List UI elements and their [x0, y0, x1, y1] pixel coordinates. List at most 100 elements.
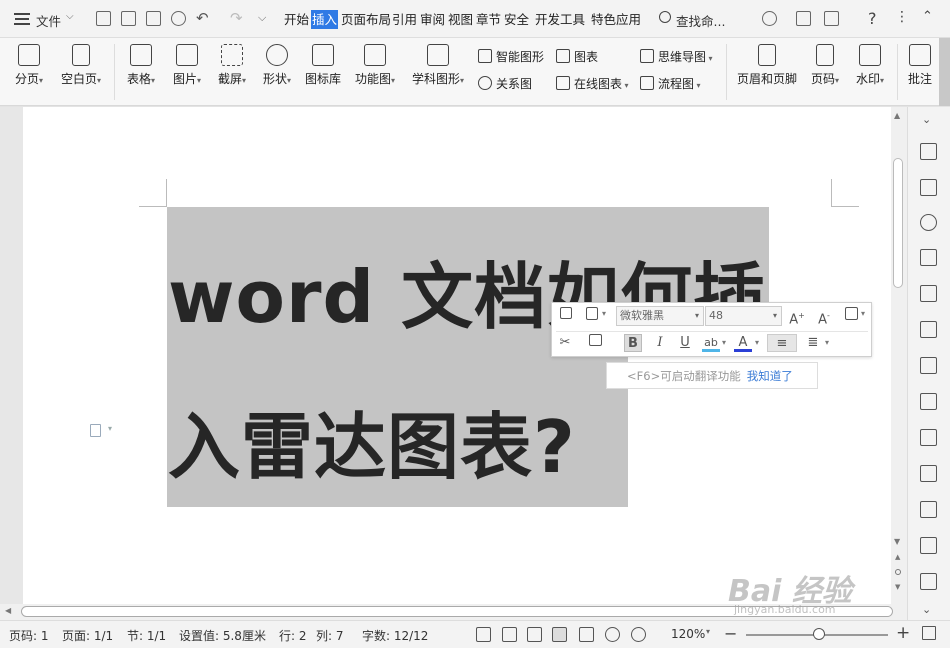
comment-button[interactable]: 批注	[903, 44, 937, 87]
scroll-up-icon[interactable]: ▲	[894, 111, 900, 120]
share-out-icon[interactable]	[920, 465, 937, 482]
scroll-left-icon[interactable]: ◀	[5, 606, 11, 615]
share-icon[interactable]	[796, 11, 811, 26]
paste-icon[interactable]	[583, 307, 601, 325]
status-page[interactable]: 页码: 1	[9, 627, 49, 644]
chart-button[interactable]: 图表	[556, 48, 598, 65]
shape-button[interactable]: 形状▾	[258, 44, 296, 87]
image-icon[interactable]	[920, 429, 937, 446]
search-command-label[interactable]: 查找命...	[676, 11, 725, 30]
status-word-count[interactable]: 字数: 12/12	[362, 627, 428, 644]
tab-chapter[interactable]: 章节	[476, 10, 501, 29]
table-grid-icon[interactable]	[920, 285, 937, 302]
collaborate-icon[interactable]	[824, 11, 839, 26]
more-icon[interactable]: ⋮	[895, 9, 909, 25]
status-setting[interactable]: 设置值: 5.8厘米	[179, 627, 266, 644]
clear-format-icon[interactable]	[842, 307, 860, 325]
smart-art-button[interactable]: 智能图形	[478, 48, 544, 65]
file-menu-label[interactable]: 文件	[36, 11, 61, 30]
relation-chart-button[interactable]: 关系图	[478, 75, 532, 92]
chevron-down-icon[interactable]: ⌵	[66, 11, 74, 22]
tab-insert[interactable]: 插入	[311, 10, 339, 29]
edit-pen-icon[interactable]	[920, 143, 937, 160]
style-icon[interactable]	[920, 249, 937, 266]
zoom-out-icon[interactable]: −	[724, 624, 737, 643]
page-number-button[interactable]: 页码▾	[806, 44, 844, 87]
help-icon[interactable]: ?	[868, 9, 877, 28]
chevron-down-icon[interactable]: ⌄	[922, 603, 931, 616]
print-icon[interactable]	[146, 11, 161, 26]
tab-references[interactable]: 引用	[392, 10, 417, 29]
tab-security[interactable]: 安全	[504, 10, 529, 29]
export-icon[interactable]	[121, 11, 136, 26]
got-it-link[interactable]: 我知道了	[747, 369, 793, 383]
tab-home[interactable]: 开始	[284, 10, 309, 29]
decrease-font-icon[interactable]: A-	[815, 307, 833, 327]
table-button[interactable]: 表格▾	[122, 44, 160, 87]
underline-button[interactable]: U	[676, 334, 694, 352]
tab-page-layout[interactable]: 页面布局	[341, 10, 391, 29]
status-row[interactable]: 行: 2	[279, 627, 307, 644]
translate-icon[interactable]	[920, 501, 937, 518]
undo-icon[interactable]: ↶	[196, 9, 209, 27]
zoom-in-icon[interactable]: +	[896, 623, 910, 643]
search-icon[interactable]	[659, 11, 671, 23]
chevron-down-icon[interactable]: ▾	[722, 338, 726, 347]
cut-icon[interactable]: ✂	[556, 334, 574, 352]
vertical-scroll-thumb[interactable]	[893, 158, 903, 288]
icon-library-button[interactable]: 图标库	[303, 44, 343, 87]
page-view-icon[interactable]	[552, 627, 567, 642]
reading-mode-icon[interactable]	[502, 627, 517, 642]
increase-font-icon[interactable]: A+	[788, 307, 806, 327]
subject-graphic-button[interactable]: 学科图形▾	[408, 44, 468, 87]
customize-icon[interactable]: ⌵	[258, 11, 266, 25]
save-icon[interactable]	[96, 11, 111, 26]
blank-page-button[interactable]: 空白页▾	[56, 44, 106, 87]
picture-icon[interactable]	[920, 573, 937, 590]
chevron-down-icon[interactable]: ▾	[706, 627, 710, 636]
tab-developer[interactable]: 开发工具	[535, 10, 585, 29]
shapes-icon[interactable]	[920, 214, 937, 231]
font-size-select[interactable]: 48 ▾	[705, 306, 782, 326]
next-page-icon[interactable]: ▼	[895, 583, 900, 591]
chevron-down-icon[interactable]: ▾	[755, 338, 759, 347]
align-icon[interactable]: ≡	[767, 334, 797, 352]
zoom-level[interactable]: 120%	[671, 627, 705, 641]
outline-view-icon[interactable]	[579, 627, 594, 642]
fullscreen-icon[interactable]	[476, 627, 491, 642]
layout-icon[interactable]	[920, 321, 937, 338]
cloud-sync-icon[interactable]	[762, 11, 777, 26]
highlight-icon[interactable]: ab	[702, 334, 720, 352]
heading-line-2[interactable]: 入雷达图表?	[168, 388, 576, 493]
function-chart-button[interactable]: 功能图▾	[351, 44, 399, 87]
paragraph-marker-icon[interactable]	[90, 424, 101, 437]
header-footer-button[interactable]: 页眉和页脚	[734, 44, 800, 87]
copy-format-icon[interactable]	[557, 307, 575, 325]
format-painter-icon[interactable]	[586, 334, 604, 352]
redo-icon[interactable]: ↷	[230, 9, 243, 27]
mind-map-button[interactable]: 思维导图 ▾	[640, 48, 713, 65]
online-chart-button[interactable]: 在线图表 ▾	[556, 75, 629, 92]
print-preview-icon[interactable]	[171, 11, 186, 26]
italic-button[interactable]: I	[651, 334, 669, 352]
chevron-down-icon[interactable]: ▾	[861, 309, 865, 318]
chevron-down-icon[interactable]: ▾	[108, 424, 112, 433]
page-break-button[interactable]: 分页▾	[10, 44, 48, 87]
screenshot-button[interactable]: 截屏▾	[213, 44, 251, 87]
picture-button[interactable]: 图片▾	[168, 44, 206, 87]
status-pages[interactable]: 页面: 1/1	[62, 627, 113, 644]
chart-bars-icon[interactable]	[920, 357, 937, 374]
tab-special[interactable]: 特色应用	[591, 10, 641, 29]
select-cursor-icon[interactable]	[920, 179, 937, 196]
font-name-select[interactable]: 微软雅黑 ▾	[616, 306, 704, 326]
flowchart-button[interactable]: 流程图 ▾	[640, 75, 701, 92]
status-section[interactable]: 节: 1/1	[127, 627, 166, 644]
status-column[interactable]: 列: 7	[316, 627, 344, 644]
font-color-icon[interactable]: A	[734, 334, 752, 352]
ribbon-scroll-edge[interactable]	[939, 38, 950, 106]
scroll-down-icon[interactable]: ▼	[894, 537, 900, 546]
chevron-down-icon[interactable]: ▾	[602, 309, 606, 318]
write-mode-icon[interactable]	[527, 627, 542, 642]
settings-sliders-icon[interactable]	[920, 393, 937, 410]
fit-icon[interactable]	[922, 626, 936, 640]
